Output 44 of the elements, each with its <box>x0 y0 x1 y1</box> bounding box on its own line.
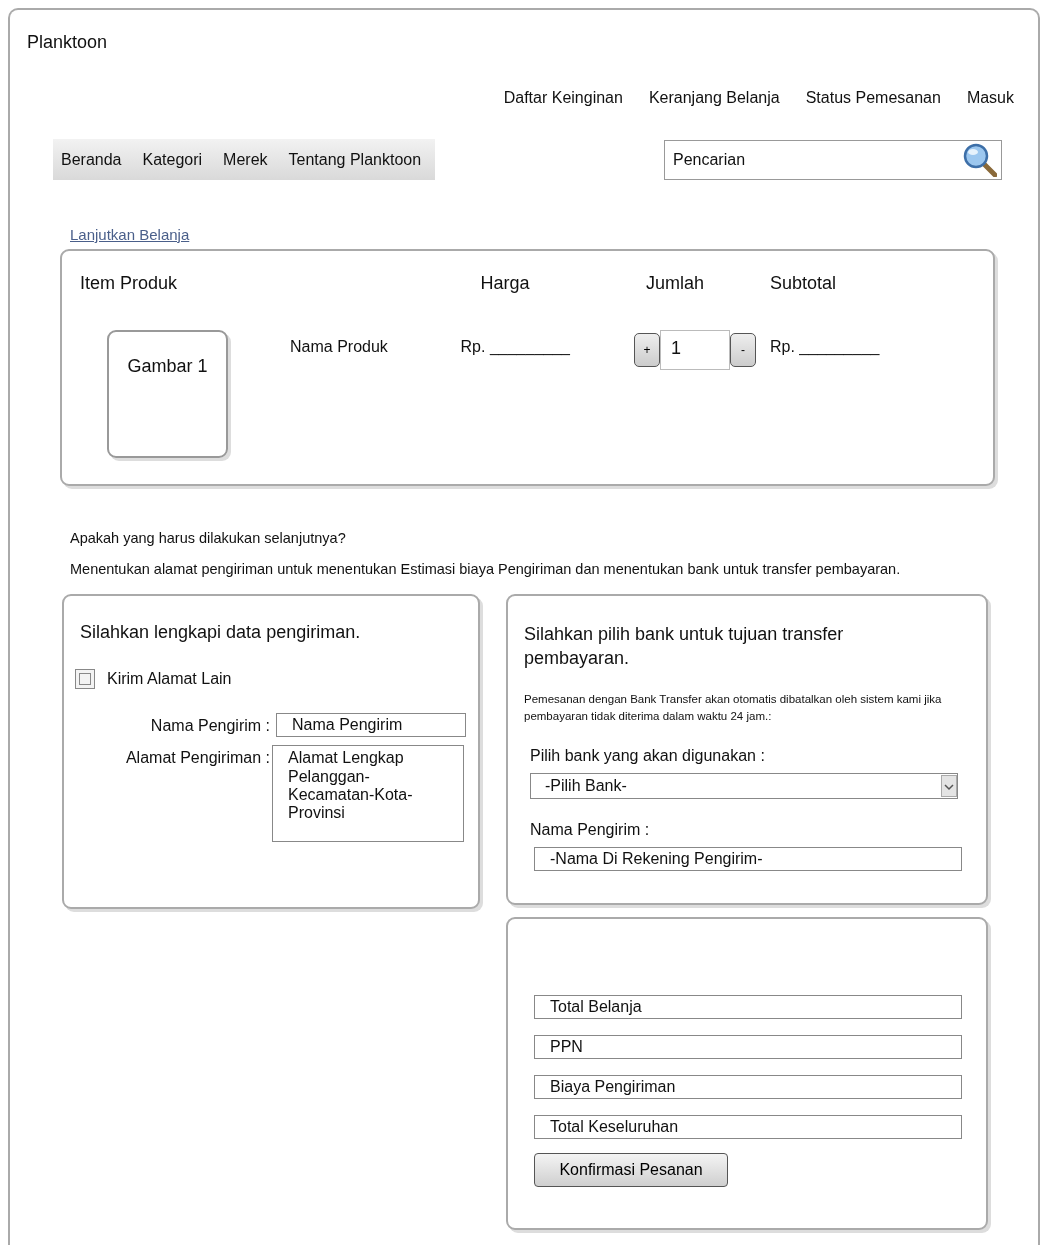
top-link[interactable]: Status Pemesanan <box>805 89 941 107</box>
image-caption: Gambar 1 <box>127 356 208 378</box>
bank-dropdown[interactable]: -Pilih Bank- <box>530 773 958 800</box>
field-label: Pilih bank yang akan digunakan : <box>529 747 766 766</box>
column-header: Harga <box>479 273 531 294</box>
top-link[interactable]: Keranjang Belanja <box>648 89 780 107</box>
quantity-field[interactable]: 1 <box>660 330 730 370</box>
subtotal-text: Rp. _________ <box>770 338 881 356</box>
confirm-order-button[interactable]: Konfirmasi Pesanan <box>534 1153 728 1187</box>
column-header: Item Produk <box>80 273 179 294</box>
site-title: Planktoon <box>27 32 109 53</box>
note-text: Pemesanan dengan Bank Transfer akan otomatis dibatalkan oleh sistem kami jika pembayaran tidak diterima dalam waktu 24 jam.: <box>524 691 943 724</box>
decrease-button[interactable]: - <box>730 333 756 367</box>
input-field[interactable]: PPN <box>534 1035 962 1059</box>
field-label: Alamat Pengiriman : <box>124 748 270 768</box>
column-header: Jumlah <box>645 273 705 294</box>
product-name: Nama Produk <box>290 338 389 356</box>
increase-button[interactable]: + <box>634 333 660 367</box>
nav-item[interactable]: Kategori <box>142 151 203 169</box>
chevron-down-icon <box>941 775 957 798</box>
continue-shopping-link[interactable]: Lanjutkan Belanja <box>70 226 190 243</box>
search-icon[interactable] <box>963 142 997 177</box>
nav-item[interactable]: Tentang Planktoon <box>288 151 422 169</box>
checkbox[interactable] <box>75 669 95 690</box>
price-text: Rp. _________ <box>459 338 571 356</box>
field-label: Nama Pengirim : <box>149 716 270 736</box>
input-field[interactable]: -Nama Di Rekening Pengirim- <box>534 847 962 872</box>
column-header: Subtotal <box>770 273 838 294</box>
search-field[interactable]: Pencarian <box>664 139 1002 180</box>
checkbox-label: Kirim Alamat Lain <box>107 670 232 689</box>
panel-title: Silahkan lengkapi data pengiriman. <box>80 621 362 644</box>
instruction-text: Menentukan alamat pengiriman untuk menentukan Estimasi biaya Pengiriman dan menentukan bank untuk transfer pembayaran. <box>70 561 902 577</box>
nav-item[interactable]: Merek <box>223 151 268 169</box>
top-link[interactable]: Daftar Keinginan <box>503 89 623 107</box>
top-link[interactable]: Masuk <box>966 89 1014 107</box>
input-field[interactable]: Total Belanja <box>534 995 962 1019</box>
address-field[interactable]: Alamat Lengkap Pelanggan-Kecamatan-Kota-Provinsi <box>272 745 464 843</box>
nav-item[interactable]: Beranda <box>61 151 122 169</box>
field-label: Nama Pengirim : <box>529 821 651 840</box>
question-text: Apakah yang harus dilakukan selanjutnya? <box>70 530 347 546</box>
input-field[interactable]: Biaya Pengiriman <box>534 1075 962 1099</box>
input-field[interactable]: Nama Pengirim <box>276 713 466 738</box>
panel-title: Silahkan pilih bank untuk tujuan transfer pembayaran. <box>524 623 845 671</box>
input-field[interactable]: Total Keseluruhan <box>534 1115 962 1139</box>
